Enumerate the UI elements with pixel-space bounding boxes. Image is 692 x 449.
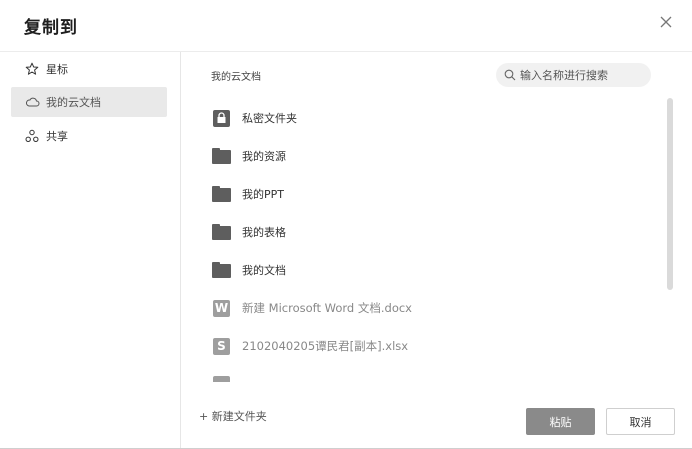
folder-icon — [212, 147, 231, 165]
file-icon — [212, 375, 231, 382]
sidebar: 星标 我的云文档 共享 — [0, 52, 181, 448]
list-item-folder[interactable]: 我的文档 — [196, 251, 656, 289]
list-item-private-folder[interactable]: 私密文件夹 — [196, 99, 656, 137]
folder-icon — [212, 261, 231, 279]
sidebar-item-label: 星标 — [46, 63, 68, 76]
folder-icon — [212, 223, 231, 241]
lock-folder-icon — [212, 109, 231, 127]
list-item-folder[interactable]: 我的资源 — [196, 137, 656, 175]
scrollbar[interactable] — [667, 98, 673, 290]
copy-to-dialog: 复制到 星标 我的云文档 共享 我的云文档 输入名称进行搜索 私密文件夹 我的资… — [0, 0, 692, 449]
breadcrumb[interactable]: 我的云文档 — [211, 68, 261, 83]
word-file-icon: W — [213, 299, 230, 317]
star-icon — [24, 61, 40, 77]
cancel-button[interactable]: 取消 — [606, 408, 675, 435]
sidebar-item-my-cloud-docs[interactable]: 我的云文档 — [11, 87, 167, 117]
list-item-label: 新建 Microsoft Word 文档.docx — [242, 301, 412, 315]
list-item-file[interactable]: S 2102040205谭民君[副本].xlsx — [196, 327, 656, 365]
list-item-label: 我的PPT — [242, 188, 284, 201]
new-folder-button[interactable]: + 新建文件夹 — [199, 408, 267, 424]
list-item-label: 私密文件夹 — [242, 112, 297, 125]
sidebar-item-starred[interactable]: 星标 — [11, 54, 167, 84]
search-icon — [504, 66, 516, 85]
list-item-file-partial[interactable] — [196, 365, 656, 382]
list-item-label: 我的表格 — [242, 226, 286, 239]
list-item-label: 我的文档 — [242, 264, 286, 277]
list-item-label: 2102040205谭民君[副本].xlsx — [242, 339, 409, 353]
paste-button[interactable]: 粘贴 — [526, 408, 595, 435]
file-list: 私密文件夹 我的资源 我的PPT 我的表格 我的文档 W 新建 Microsof… — [196, 99, 666, 382]
share-icon — [24, 128, 40, 144]
close-icon[interactable] — [658, 14, 674, 30]
cloud-icon — [24, 94, 40, 110]
folder-icon — [212, 185, 231, 203]
sidebar-item-label: 我的云文档 — [46, 96, 101, 109]
search-box[interactable] — [496, 63, 651, 87]
sidebar-item-shared[interactable]: 共享 — [11, 121, 167, 151]
sheet-file-icon: S — [212, 337, 231, 355]
list-item-folder[interactable]: 我的表格 — [196, 213, 656, 251]
list-item-label: 我的资源 — [242, 150, 286, 163]
list-item-folder[interactable]: 我的PPT — [196, 175, 656, 213]
search-input[interactable] — [516, 68, 648, 82]
dialog-title: 复制到 — [24, 18, 78, 38]
list-item-file[interactable]: W 新建 Microsoft Word 文档.docx — [196, 289, 656, 327]
sidebar-item-label: 共享 — [46, 130, 68, 143]
